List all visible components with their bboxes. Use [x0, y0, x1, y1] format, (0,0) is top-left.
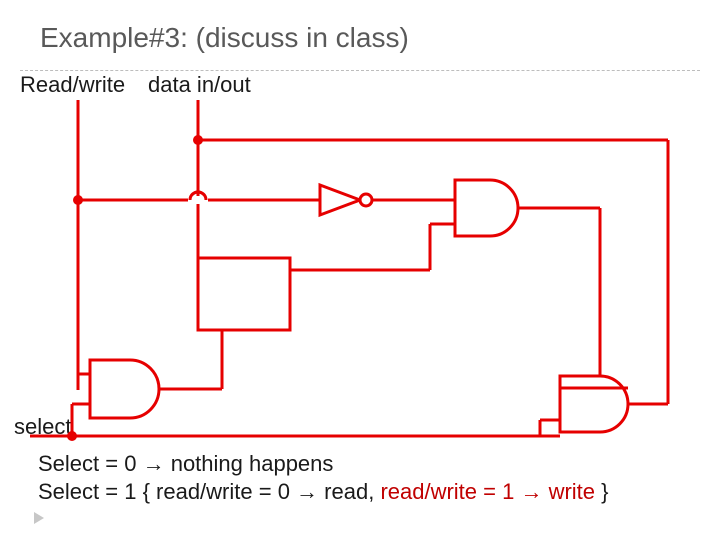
- exp-l1b: nothing happens: [171, 451, 334, 476]
- arrow-icon: →: [296, 479, 318, 504]
- exp-l2c: read/write = 1: [380, 479, 520, 504]
- arrow-icon: →: [143, 451, 165, 476]
- exp-l2e: }: [601, 479, 608, 504]
- arrow-icon: →: [520, 479, 542, 504]
- exp-l1a: Select = 0: [38, 451, 143, 476]
- exp-l2b: read,: [324, 479, 380, 504]
- exp-l2a: Select = 1 { read/write = 0: [38, 479, 296, 504]
- explanation-text: Select = 0 → nothing happens Select = 1 …: [38, 450, 609, 506]
- exp-l2d: write: [549, 479, 595, 504]
- slide-marker-icon: [34, 512, 44, 524]
